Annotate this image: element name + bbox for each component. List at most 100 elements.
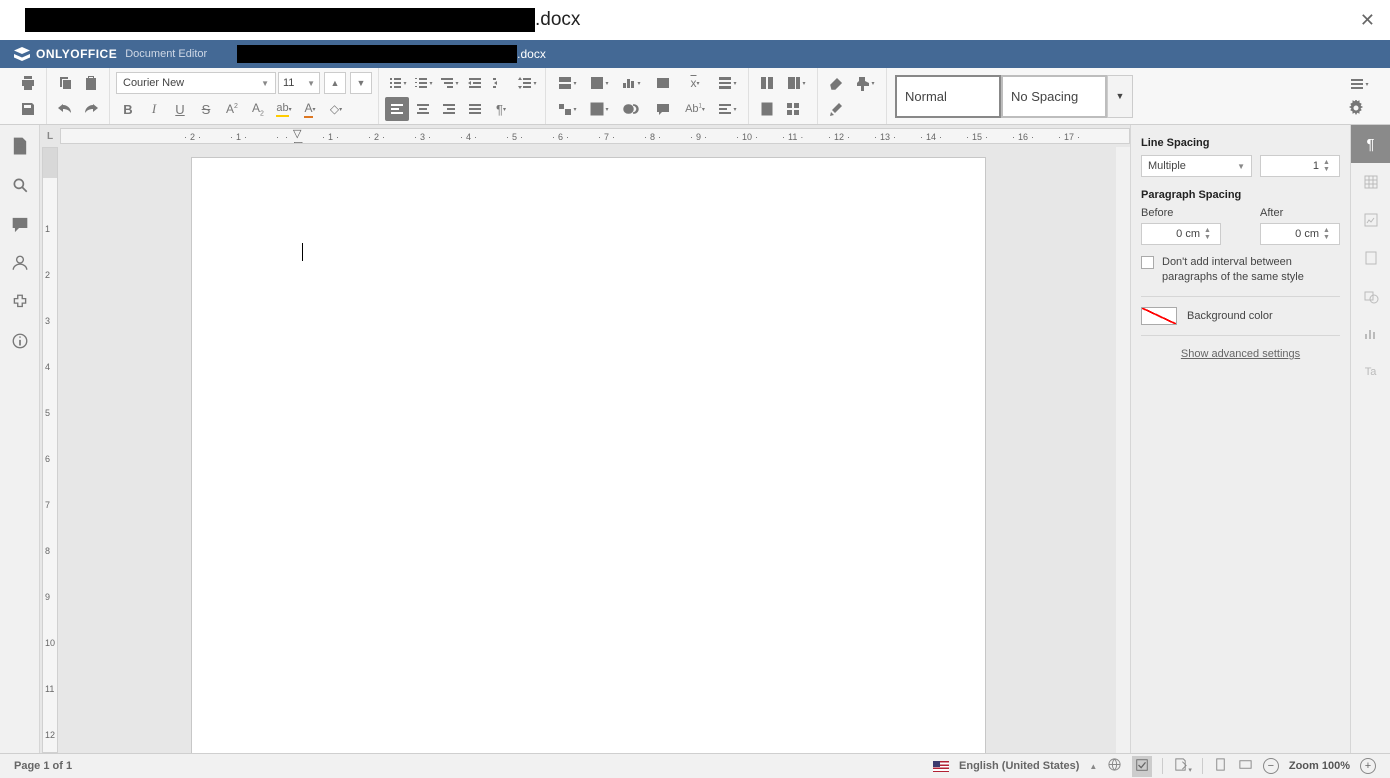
font-name-select[interactable]: Courier New▼: [116, 72, 276, 94]
align-right-icon[interactable]: [437, 97, 461, 121]
line-spacing-icon[interactable]: ▾: [515, 71, 539, 95]
insert-header-footer-icon[interactable]: ▾: [712, 71, 742, 95]
insert-page-break-icon[interactable]: ▾: [552, 71, 582, 95]
language-label[interactable]: English (United States): [959, 760, 1079, 772]
close-icon[interactable]: ✕: [1360, 10, 1375, 31]
bold-icon[interactable]: B: [116, 97, 140, 121]
format-painter-icon[interactable]: ▾: [850, 71, 880, 95]
undo-icon[interactable]: [53, 97, 77, 121]
spacing-after[interactable]: 0 cm▲▼: [1260, 223, 1340, 245]
fit-page-icon[interactable]: [1213, 757, 1228, 775]
zoom-in-button[interactable]: +: [1360, 758, 1376, 774]
zoom-out-button[interactable]: −: [1263, 758, 1279, 774]
insert-chart-icon[interactable]: ▾: [616, 71, 646, 95]
insert-shape-icon[interactable]: ▾: [552, 97, 582, 121]
eraser-icon[interactable]: [824, 71, 848, 95]
dont-add-interval-checkbox[interactable]: [1141, 256, 1154, 269]
align-left-icon[interactable]: [385, 97, 409, 121]
paragraph-spacing-title: Paragraph Spacing: [1141, 189, 1340, 201]
line-spacing-value[interactable]: 1▲▼: [1260, 155, 1340, 177]
app-logo-icon: [14, 47, 30, 61]
increase-indent-icon[interactable]: [489, 71, 513, 95]
file-extension: .docx: [517, 47, 546, 61]
left-tabstrip: [0, 125, 40, 753]
paste-icon[interactable]: [79, 71, 103, 95]
document-canvas[interactable]: [60, 147, 1116, 753]
insert-link-icon[interactable]: [616, 97, 646, 121]
spacing-before[interactable]: 0 cm▲▼: [1141, 223, 1221, 245]
decrease-indent-icon[interactable]: [463, 71, 487, 95]
styles-expand[interactable]: ▼: [1107, 75, 1133, 118]
zoom-label[interactable]: Zoom 100%: [1289, 760, 1350, 772]
line-spacing-mode[interactable]: Multiple▼: [1141, 155, 1252, 177]
header-tab-icon[interactable]: [1351, 239, 1390, 277]
print-icon[interactable]: [16, 71, 40, 95]
numbering-icon[interactable]: ▾: [411, 71, 435, 95]
columns-icon[interactable]: [755, 71, 779, 95]
window-title-bar: .docx ✕: [0, 0, 1390, 40]
search-icon[interactable]: [11, 176, 29, 197]
brush-icon[interactable]: [824, 97, 848, 121]
file-tab-icon[interactable]: [11, 137, 29, 158]
italic-icon[interactable]: I: [142, 97, 166, 121]
multilevel-icon[interactable]: ▾: [437, 71, 461, 95]
vertical-scrollbar[interactable]: [1116, 147, 1130, 753]
fit-width-icon[interactable]: [1238, 757, 1253, 775]
insert-comment-icon[interactable]: [648, 97, 678, 121]
font-size-up[interactable]: ▲: [324, 72, 346, 94]
font-size-select[interactable]: 11▼: [278, 72, 320, 94]
textart-tab-icon[interactable]: Ta: [1351, 353, 1390, 391]
comments-tab-icon[interactable]: [11, 215, 29, 236]
insert-image-icon[interactable]: ▾: [584, 71, 614, 95]
style-no-spacing[interactable]: No Spacing: [1001, 75, 1107, 118]
app-subtitle: Document Editor: [125, 48, 207, 60]
redo-icon[interactable]: [79, 97, 103, 121]
font-color-icon[interactable]: A▾: [298, 97, 322, 121]
vertical-ruler[interactable]: 123456789101112: [40, 147, 60, 753]
dont-add-interval-label: Don't add interval between paragraphs of…: [1162, 255, 1340, 286]
insert-dropcap-icon[interactable]: Ab1▾: [680, 97, 710, 121]
horizontal-ruler[interactable]: ·2··1····1··2··3··4··5··6··7··8··9··10··…: [60, 128, 1130, 144]
image-tab-icon[interactable]: [1351, 201, 1390, 239]
gear-icon[interactable]: [1344, 96, 1368, 120]
page[interactable]: [191, 157, 986, 753]
insert-equation-icon[interactable]: x▾: [680, 71, 710, 95]
style-normal[interactable]: Normal: [895, 75, 1001, 118]
align-center-icon[interactable]: [411, 97, 435, 121]
nonprinting-icon[interactable]: ¶▾: [489, 97, 513, 121]
align-justify-icon[interactable]: [463, 97, 487, 121]
save-icon[interactable]: [16, 97, 40, 121]
page-info[interactable]: Page 1 of 1: [14, 760, 933, 772]
advanced-settings-link[interactable]: Show advanced settings: [1141, 348, 1340, 360]
info-tab-icon[interactable]: [11, 332, 29, 353]
collab-tab-icon[interactable]: [11, 254, 29, 275]
shape-tab-icon[interactable]: [1351, 277, 1390, 315]
subscript-icon[interactable]: A2: [246, 97, 270, 121]
plugins-tab-icon[interactable]: [11, 293, 29, 314]
superscript-icon[interactable]: A2: [220, 97, 244, 121]
clear-style-icon[interactable]: ◇▾: [324, 97, 348, 121]
spellcheck-icon[interactable]: [1132, 756, 1152, 777]
insert-text-art-icon[interactable]: ▾: [712, 97, 742, 121]
chart-tab-icon[interactable]: [1351, 315, 1390, 353]
text-cursor: [302, 243, 303, 261]
bullets-icon[interactable]: ▾: [385, 71, 409, 95]
chevron-up-icon[interactable]: ▲: [1089, 762, 1097, 771]
table-tab-icon[interactable]: [1351, 163, 1390, 201]
highlight-icon[interactable]: ab▾: [272, 97, 296, 121]
font-size-down[interactable]: ▼: [350, 72, 372, 94]
mail-merge-icon[interactable]: ▾: [781, 71, 811, 95]
insert-textbox-icon[interactable]: [648, 71, 678, 95]
strike-icon[interactable]: S: [194, 97, 218, 121]
copy-icon[interactable]: [53, 71, 77, 95]
flag-icon: [933, 761, 949, 772]
grid-icon[interactable]: [781, 97, 805, 121]
view-settings-icon[interactable]: ▾: [1344, 72, 1374, 96]
insert-table-icon[interactable]: ▾: [584, 97, 614, 121]
page-layout-icon[interactable]: [755, 97, 779, 121]
track-changes-icon[interactable]: ▾: [1173, 757, 1192, 775]
globe-icon[interactable]: [1107, 757, 1122, 775]
background-color-swatch[interactable]: [1141, 307, 1177, 325]
underline-icon[interactable]: U: [168, 97, 192, 121]
paragraph-tab-icon[interactable]: ¶: [1351, 125, 1390, 163]
